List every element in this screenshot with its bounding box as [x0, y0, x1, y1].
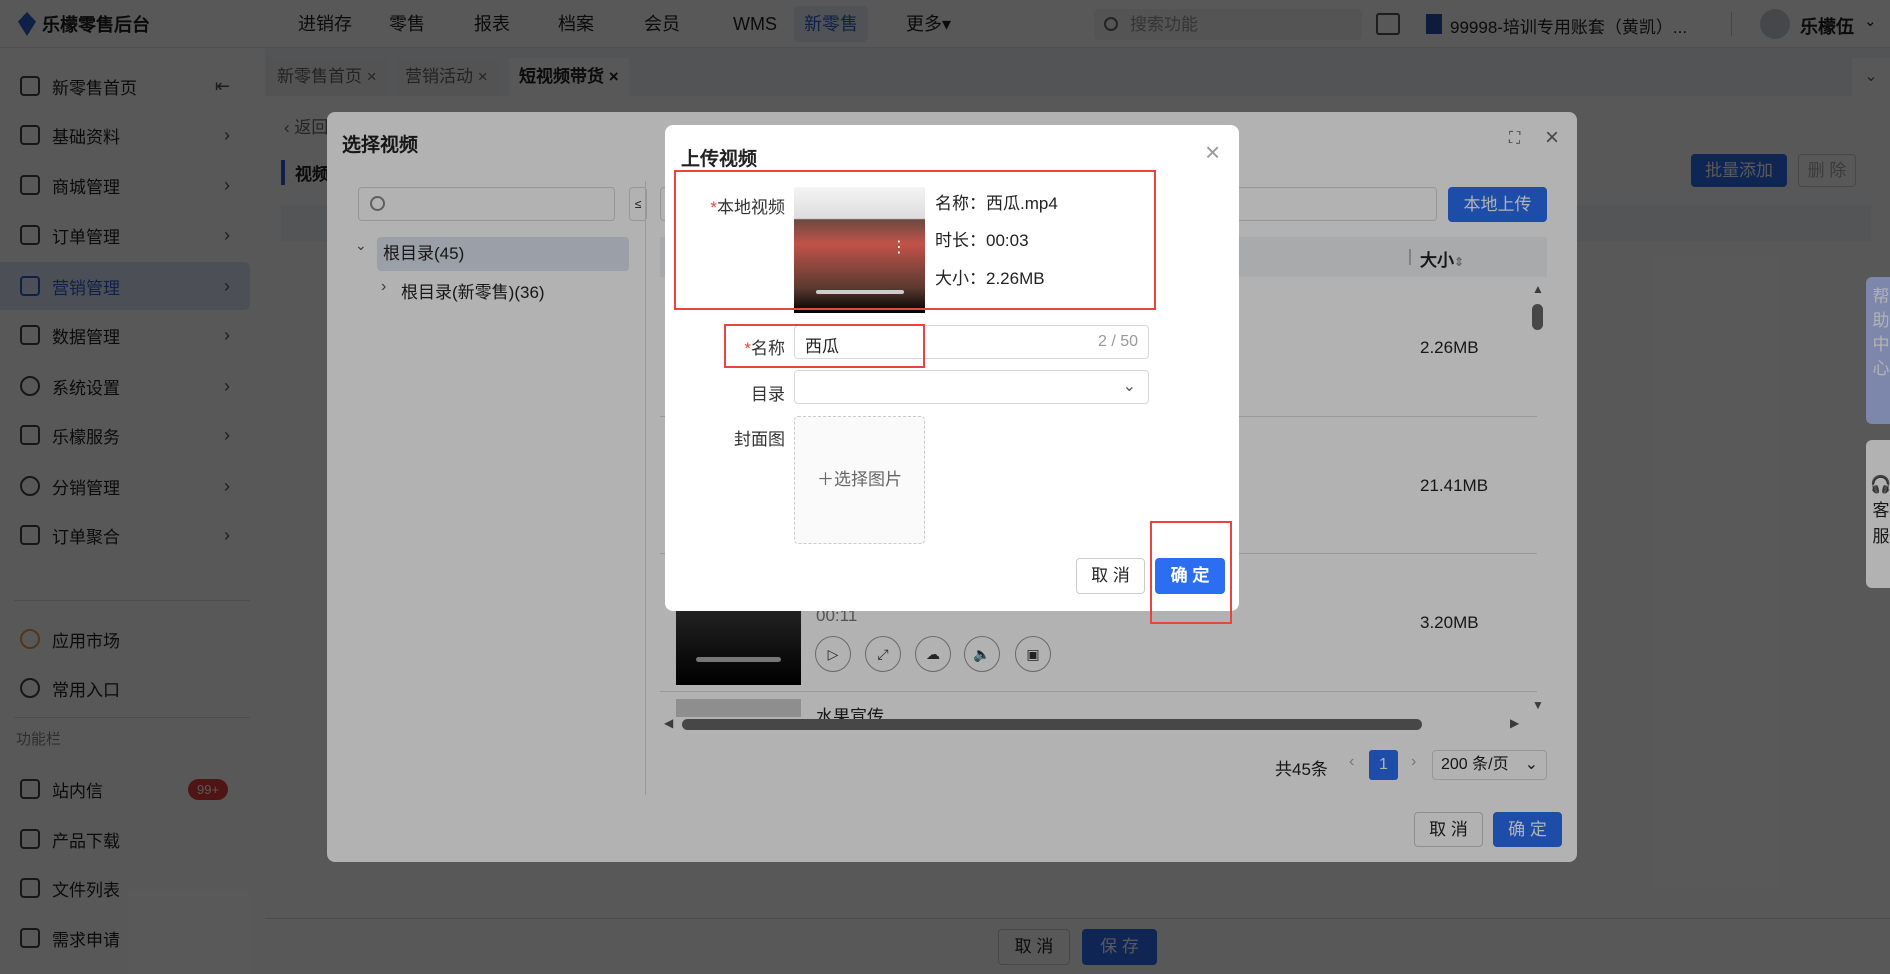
dialog-title: 上传视频	[681, 149, 758, 170]
directory-label: 目录	[751, 385, 785, 404]
choose-cover-button[interactable]: ＋选择图片	[794, 416, 925, 544]
cover-label: 封面图	[734, 430, 785, 449]
close-icon[interactable]: ×	[1205, 137, 1220, 168]
annotation-box-video	[674, 170, 1156, 310]
char-counter: 2 / 50	[1097, 333, 1138, 350]
chevron-down-icon: ⌄	[1122, 378, 1136, 395]
annotation-box-name	[724, 324, 925, 368]
upload-cancel-button[interactable]: 取 消	[1076, 558, 1145, 594]
annotation-box-confirm	[1150, 521, 1232, 624]
directory-select[interactable]: ⌄	[794, 370, 1149, 404]
